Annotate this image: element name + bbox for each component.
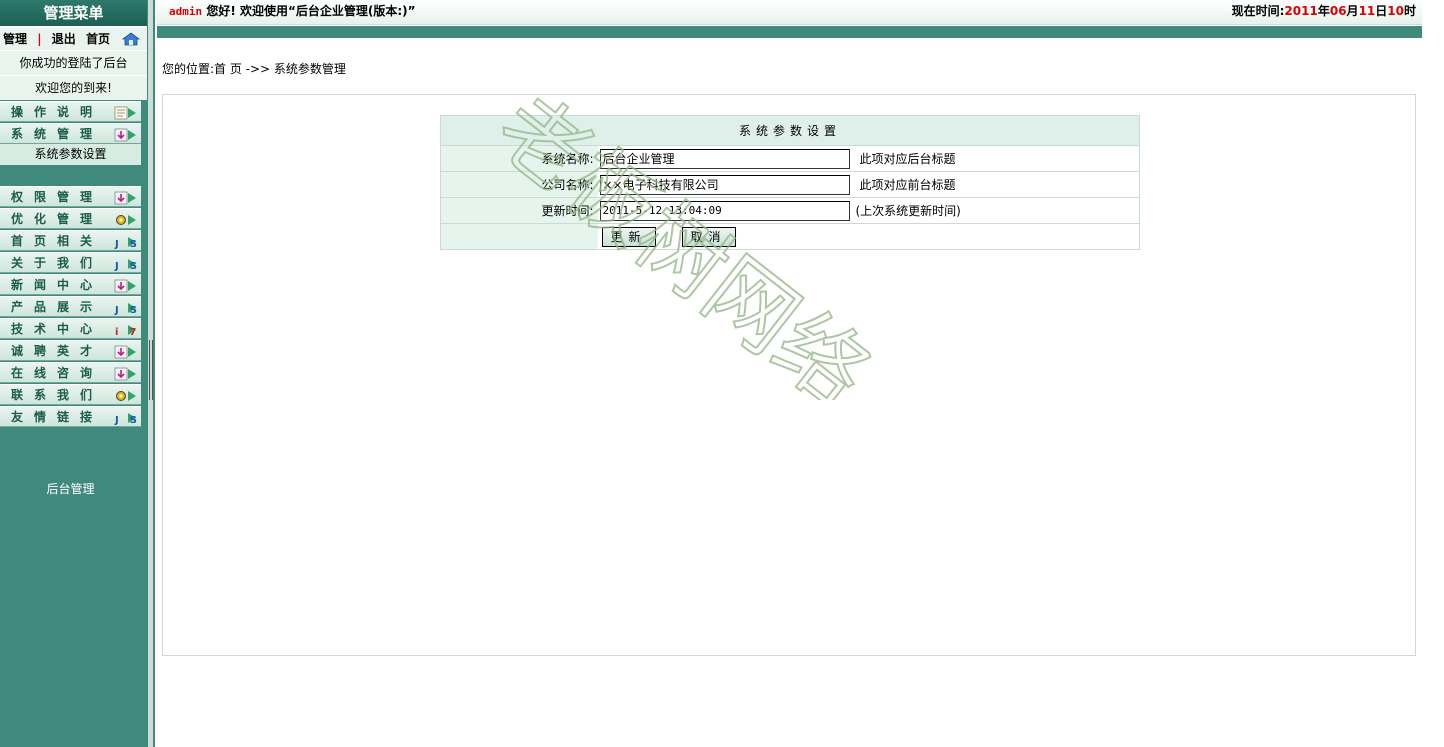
- update-time-input[interactable]: 2011-5-12 13:04:09: [599, 200, 850, 221]
- sidebar-menu-item[interactable]: 权限管理: [0, 186, 141, 207]
- js-icon: JS: [114, 237, 138, 249]
- company-name-input[interactable]: ××电子科技有限公司: [599, 174, 850, 195]
- info-icon: i7: [115, 325, 138, 337]
- form-row-company-name: 公司名称: ××电子科技有限公司 此项对应前台标题: [440, 171, 1140, 198]
- form-row-actions: 更新 取消: [440, 223, 1140, 250]
- menu-item-label: 友情链接: [11, 410, 104, 424]
- download-icon: [114, 279, 136, 293]
- sidebar-menu-item[interactable]: 新闻中心: [0, 274, 141, 295]
- link-separator: |: [37, 32, 42, 46]
- greeting: 您好! 欢迎使用“后台企业管理(版本:)”: [206, 4, 416, 18]
- empty-label: [440, 223, 598, 250]
- clock-month: 06: [1329, 4, 1347, 18]
- top-bar: admin 您好! 欢迎使用“后台企业管理(版本:)” 现在时间:2011年06…: [157, 0, 1422, 25]
- js-icon: JS: [114, 413, 138, 425]
- menu-item-label: 操作说明: [11, 105, 104, 119]
- download-icon: [114, 191, 136, 205]
- manage-link[interactable]: 管理: [3, 32, 27, 46]
- form-row-system-name: 系统名称: 后台企业管理 此项对应后台标题: [440, 145, 1140, 172]
- field-label: 系统名称:: [440, 145, 598, 172]
- sidebar-menu-item[interactable]: 系统管理: [0, 123, 141, 144]
- sidebar-menu-item[interactable]: 产品展示 JS: [0, 296, 141, 317]
- menu-item-label: 诚聘英才: [11, 344, 104, 358]
- sidebar: 管理菜单 管理 | 退出 首页 你成功的登陆了后台 欢迎您的到来! 操作说明系统…: [0, 0, 147, 747]
- breadcrumb: 您的位置:首 页 ->> 系统参数管理: [162, 62, 346, 76]
- download-icon: [114, 367, 136, 381]
- sidebar-menu-item[interactable]: 诚聘英才: [0, 340, 141, 361]
- system-name-input[interactable]: 后台企业管理: [599, 148, 850, 169]
- top-stripe: [157, 26, 1422, 38]
- clock-year: 2011: [1284, 4, 1318, 18]
- menu-item-label: 在线咨询: [11, 366, 104, 380]
- menu-item-label: 技术中心: [11, 322, 104, 336]
- welcome-line-2: 欢迎您的到来!: [0, 75, 147, 100]
- home-icon[interactable]: [121, 31, 141, 46]
- svg-text:i7: i7: [115, 327, 138, 337]
- menu-item-label: 新闻中心: [11, 278, 104, 292]
- username: admin: [169, 5, 203, 18]
- js-icon: JS: [114, 303, 138, 315]
- home-link[interactable]: 首页: [86, 32, 110, 46]
- sidebar-links: 管理 | 退出 首页: [0, 28, 147, 50]
- clock-day-unit: 日: [1375, 4, 1388, 18]
- menu-item-label: 产品展示: [11, 300, 104, 314]
- svg-text:JS: JS: [114, 261, 138, 271]
- sidebar-footer: 后台管理: [46, 482, 95, 496]
- svg-text:JS: JS: [114, 415, 138, 425]
- menu-gap: [0, 165, 147, 185]
- sidebar-menu-item[interactable]: 操作说明: [0, 101, 141, 122]
- sidebar-menu-item[interactable]: 联系我们: [0, 384, 141, 405]
- form-title: 系统参数设置: [440, 115, 1140, 146]
- download-icon: [114, 128, 136, 142]
- field-hint: 此项对应后台标题: [859, 152, 956, 166]
- sidebar-menu-item[interactable]: 首页相关 JS: [0, 230, 141, 251]
- menu-item-label: 权限管理: [11, 190, 104, 204]
- gear-icon: [116, 215, 136, 225]
- field-hint: 此项对应前台标题: [859, 178, 956, 192]
- menu-item-label: 联系我们: [11, 388, 104, 402]
- sidebar-menu-item[interactable]: 技术中心 i7: [0, 318, 141, 339]
- sidebar-menu-item[interactable]: 在线咨询: [0, 362, 141, 383]
- menu-item-label: 关于我们: [11, 256, 104, 270]
- form-row-update-time: 更新时间: 2011-5-12 13:04:09 (上次系统更新时间): [440, 197, 1140, 224]
- document-icon: [114, 106, 136, 120]
- clock-label: 现在时间:: [1231, 4, 1285, 18]
- js-icon: JS: [114, 259, 138, 271]
- svg-text:JS: JS: [114, 239, 138, 249]
- clock-hour-unit: 时: [1403, 4, 1416, 18]
- sidebar-menu-item[interactable]: 友情链接 JS: [0, 406, 141, 427]
- menu-item-label: 系统管理: [11, 127, 104, 141]
- update-button[interactable]: 更新: [601, 226, 656, 247]
- main-panel: 系统参数设置 系统名称: 后台企业管理 此项对应后台标题 公司名称: ××电子科技…: [162, 94, 1416, 656]
- svg-text:JS: JS: [114, 305, 138, 315]
- cancel-button[interactable]: 取消: [681, 226, 736, 247]
- submenu-system-params[interactable]: 系统参数设置: [0, 144, 141, 165]
- gear-icon: [116, 391, 136, 401]
- field-label: 公司名称:: [440, 171, 598, 198]
- menu-item-label: 优化管理: [11, 212, 104, 226]
- sidebar-menu-item[interactable]: 关于我们 JS: [0, 252, 141, 273]
- menu-item-label: 首页相关: [11, 234, 104, 248]
- field-label: 更新时间:: [440, 197, 598, 224]
- welcome-line-1: 你成功的登陆了后台: [0, 50, 147, 75]
- clock-hour: 10: [1387, 4, 1404, 18]
- sidebar-menu-item[interactable]: 优化管理: [0, 208, 141, 229]
- clock-month-unit: 月: [1346, 4, 1359, 18]
- splitter-grip[interactable]: [149, 340, 153, 400]
- settings-form: 系统参数设置 系统名称: 后台企业管理 此项对应后台标题 公司名称: ××电子科技…: [440, 115, 1140, 250]
- field-hint: (上次系统更新时间): [855, 204, 961, 218]
- clock-day: 11: [1358, 4, 1376, 18]
- sidebar-splitter[interactable]: [147, 0, 155, 747]
- logout-link[interactable]: 退出: [52, 32, 76, 46]
- clock-year-unit: 年: [1317, 4, 1330, 18]
- clock: 现在时间:2011年06月11日10时: [1232, 0, 1416, 23]
- download-icon: [114, 345, 136, 359]
- sidebar-title: 管理菜单: [0, 0, 147, 28]
